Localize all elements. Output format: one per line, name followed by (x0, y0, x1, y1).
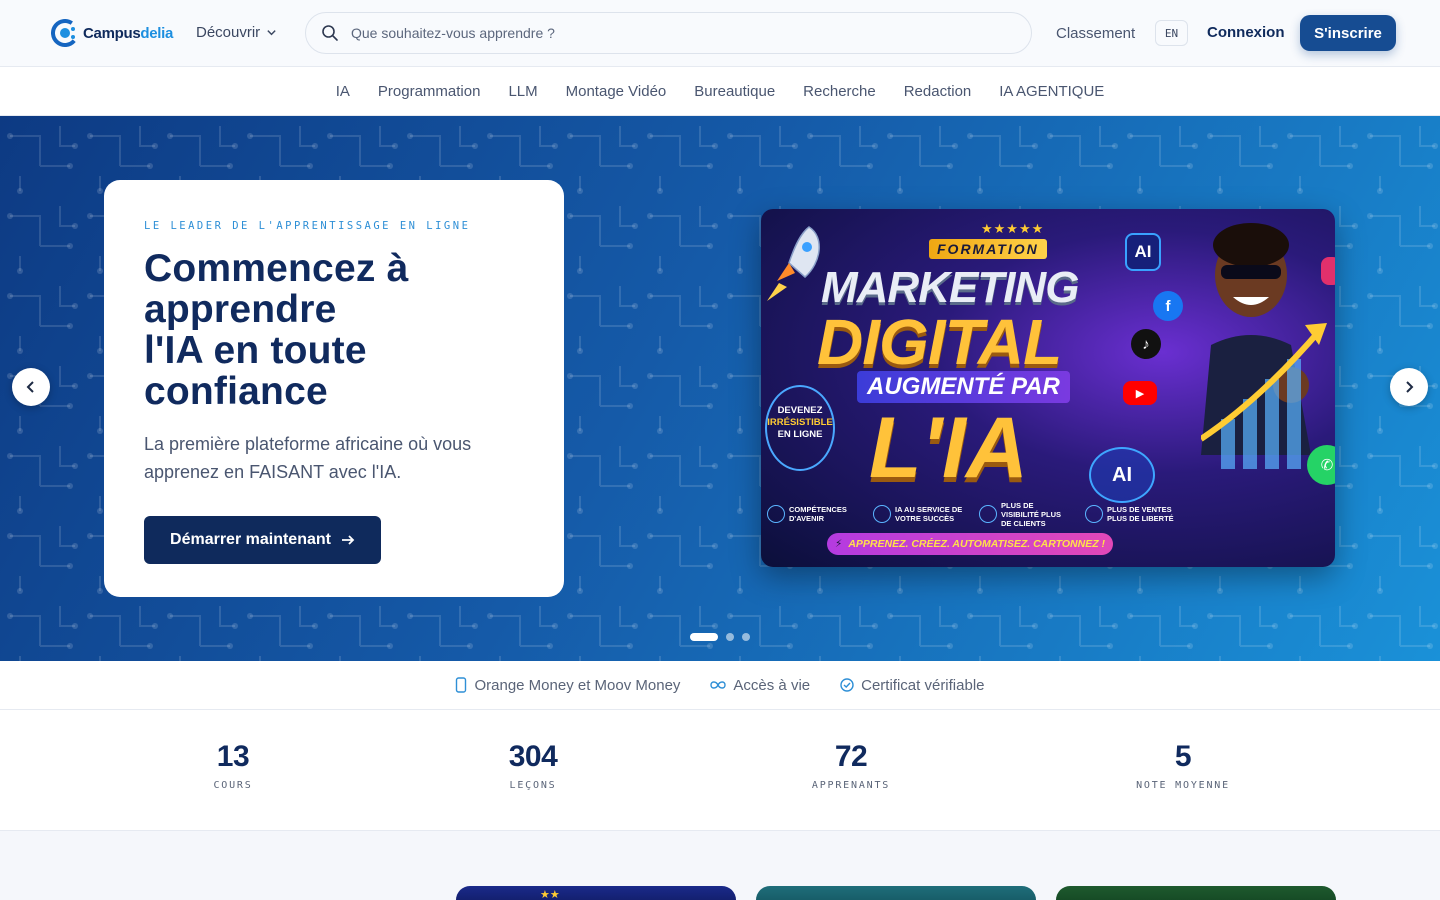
promo-benefit-2: IA AU SERVICE DE VOTRE SUCCÈS (873, 505, 965, 523)
promo-banner-image[interactable]: ★★★★★ FORMATION MARKETING DIGITAL AUGMEN… (761, 209, 1335, 567)
trust-bar: Orange Money et Moov Money Accès à vie C… (0, 661, 1440, 710)
stats-section: 13 COURS 304 LEÇONS 72 APPRENANTS 5 NOTE… (0, 710, 1440, 831)
search-input[interactable]: Que souhaitez-vous apprendre ? (305, 12, 1032, 54)
growth-chart-icon (1201, 323, 1327, 469)
chart-icon (979, 505, 997, 523)
language-switch[interactable]: EN (1155, 20, 1188, 46)
promo-stars: ★★★★★ (981, 221, 1045, 236)
course-card[interactable] (756, 886, 1036, 900)
stat-label: LEÇONS (509, 780, 557, 791)
carousel-dot-2[interactable] (726, 633, 734, 641)
stat-label: NOTE MOYENNE (1136, 780, 1230, 791)
ai-badge-icon: AI (1125, 233, 1161, 271)
discover-label: Découvrir (196, 24, 261, 41)
stat-rating: 5 NOTE MOYENNE (1136, 740, 1230, 791)
arrow-right-icon (341, 535, 355, 545)
promo-digital: DIGITAL (817, 306, 1062, 378)
category-ia[interactable]: IA (336, 83, 350, 100)
category-programmation[interactable]: Programmation (378, 83, 481, 100)
stat-value: 13 (216, 740, 250, 773)
hero-carousel: LE LEADER DE L'APPRENTISSAGE EN LIGNE Co… (0, 116, 1440, 661)
carousel-next-button[interactable] (1390, 368, 1428, 406)
category-redaction[interactable]: Redaction (904, 83, 972, 100)
ranking-link[interactable]: Classement (1056, 25, 1135, 42)
promo-benefit-1: COMPÉTENCES D'AVENIR (767, 505, 859, 523)
logo[interactable]: Campusdelia (51, 18, 173, 48)
carousel-prev-button[interactable] (12, 368, 50, 406)
stat-value: 5 (1174, 740, 1192, 773)
start-now-button[interactable]: Démarrer maintenant (144, 516, 381, 564)
chevron-left-icon (26, 381, 34, 393)
category-ia-agentique[interactable]: IA AGENTIQUE (999, 83, 1104, 100)
trust-payment: Orange Money et Moov Money (455, 677, 680, 694)
tiktok-icon: ♪ (1131, 329, 1161, 359)
brain-icon (873, 505, 891, 523)
stat-value: 304 (508, 740, 558, 773)
carousel-dot-3[interactable] (742, 633, 750, 641)
carousel-dots (690, 633, 750, 641)
category-nav: IA Programmation LLM Montage Vidéo Burea… (0, 67, 1440, 116)
course-card[interactable]: ★★ (456, 886, 736, 900)
carousel-dot-1[interactable] (690, 633, 718, 641)
whatsapp-icon: ✆ (1307, 445, 1335, 485)
hero-text-card: LE LEADER DE L'APPRENTISSAGE EN LIGNE Co… (104, 180, 564, 597)
infinity-icon (710, 681, 727, 689)
logo-icon (51, 19, 79, 47)
stat-label: COURS (213, 780, 253, 791)
money-bag-icon (1085, 505, 1103, 523)
start-now-label: Démarrer maintenant (170, 531, 331, 548)
discover-menu[interactable]: Découvrir (196, 24, 277, 41)
shield-icon (767, 505, 785, 523)
lightning-icon: ⚡ (834, 538, 843, 550)
search-icon (322, 25, 338, 41)
stat-courses: 13 COURS (213, 740, 252, 791)
ai-chip-icon: AI (1089, 447, 1155, 503)
course-card[interactable] (1056, 886, 1336, 900)
stat-lessons: 304 LEÇONS (509, 740, 558, 791)
hero-subtitle: La première plateforme africaine où vous… (144, 434, 472, 482)
rocket-icon (767, 226, 820, 301)
hero-eyebrow: LE LEADER DE L'APPRENTISSAGE EN LIGNE (144, 220, 471, 232)
star-icon: ★★ (540, 889, 560, 900)
trust-lifetime-access: Accès à vie (710, 677, 810, 694)
stat-label: APPRENANTS (811, 780, 891, 791)
category-llm[interactable]: LLM (508, 83, 537, 100)
category-montage-video[interactable]: Montage Vidéo (566, 83, 667, 100)
promo-benefits-strip: COMPÉTENCES D'AVENIR IA AU SERVICE DE VO… (761, 497, 1335, 531)
promo-ia: L'IA (869, 400, 1028, 496)
top-navbar: Campusdelia Découvrir Que souhaitez-vous… (0, 0, 1440, 67)
category-recherche[interactable]: Recherche (803, 83, 876, 100)
phone-icon (456, 677, 467, 693)
promo-benefit-4: PLUS DE VENTES PLUS DE LIBERTÉ (1085, 505, 1177, 523)
category-bureautique[interactable]: Bureautique (694, 83, 775, 100)
youtube-icon: ▶ (1123, 381, 1157, 405)
instagram-icon (1321, 257, 1335, 285)
hero-title: Commencez à apprendre l'IA en toute conf… (144, 247, 409, 413)
stat-value: 72 (834, 740, 868, 773)
promo-slogan: ⚡ APPRENEZ. CRÉEZ. AUTOMATISEZ. CARTONNE… (827, 533, 1113, 555)
chevron-right-icon (1406, 381, 1414, 393)
search-placeholder: Que souhaitez-vous apprendre ? (351, 25, 555, 41)
promo-formation: FORMATION (929, 239, 1047, 259)
signup-button[interactable]: S'inscrire (1300, 15, 1396, 51)
trust-certificate: Certificat vérifiable (840, 677, 985, 694)
promo-devenez-badge: DEVENEZ IRRÉSISTIBLE EN LIGNE (765, 385, 835, 471)
logo-text: Campusdelia (83, 24, 174, 42)
chevron-down-icon (267, 30, 276, 36)
check-circle-icon (840, 678, 854, 692)
promo-benefit-3: PLUS DE VISIBILITÉ PLUS DE CLIENTS (979, 501, 1071, 528)
login-link[interactable]: Connexion (1207, 24, 1285, 41)
facebook-icon: f (1153, 291, 1183, 321)
stat-learners: 72 APPRENANTS (812, 740, 890, 791)
